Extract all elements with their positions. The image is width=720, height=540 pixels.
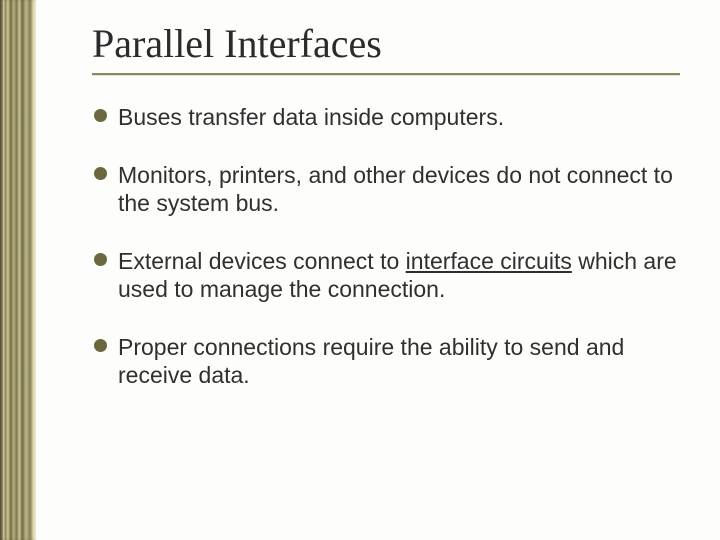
bullet-text-pre: External devices connect to [118,248,406,274]
list-item: Proper connections require the ability t… [92,333,680,389]
slide-content: Parallel Interfaces Buses transfer data … [36,0,720,540]
slide-title: Parallel Interfaces [92,20,680,67]
list-item: External devices connect to interface ci… [92,247,680,303]
title-rule [92,73,680,75]
bullet-list: Buses transfer data inside computers. Mo… [92,103,680,389]
list-item: Monitors, printers, and other devices do… [92,161,680,217]
bullet-text: Proper connections require the ability t… [118,334,624,388]
decorative-sidebar [0,0,36,540]
bullet-text-underlined: interface circuits [406,248,572,274]
bullet-text: Buses transfer data inside computers. [118,104,504,130]
list-item: Buses transfer data inside computers. [92,103,680,131]
bullet-text: Monitors, printers, and other devices do… [118,162,673,216]
